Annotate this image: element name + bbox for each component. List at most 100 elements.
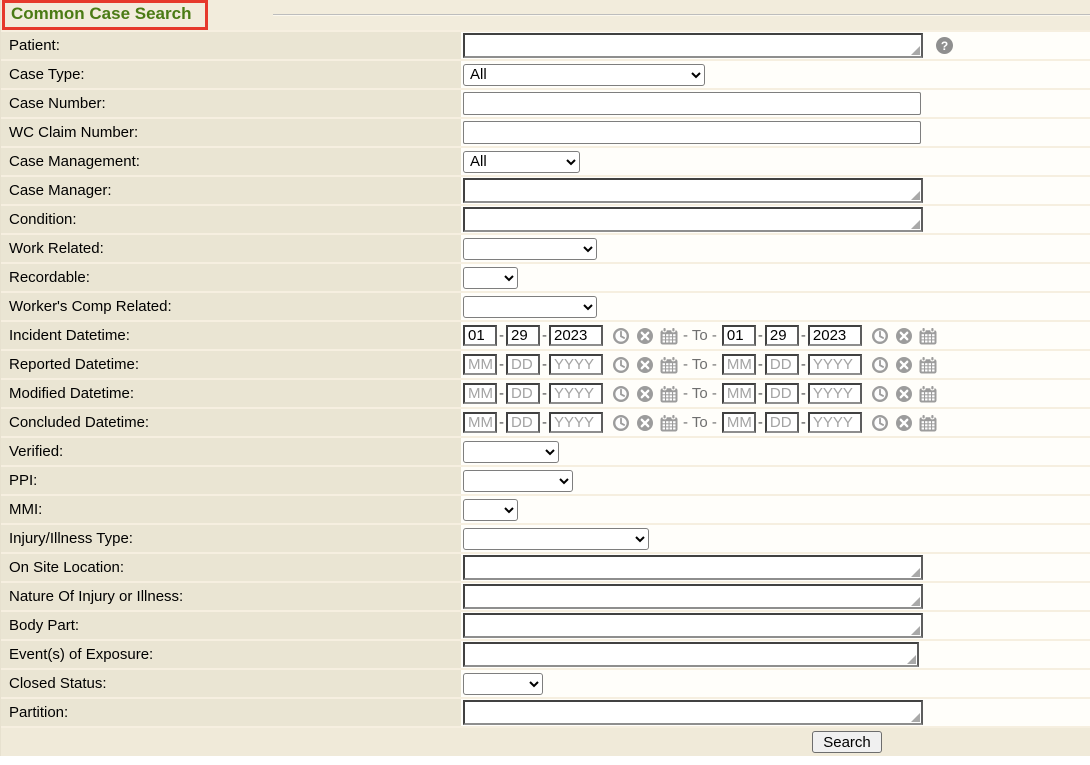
- work-related-label: Work Related:: [1, 235, 461, 262]
- row-case-number: Case Number:: [1, 90, 1090, 117]
- clear-icon[interactable]: [895, 356, 913, 374]
- clear-icon[interactable]: [636, 356, 654, 374]
- concluded-from-year-input[interactable]: [549, 412, 603, 433]
- reported-from-month-input[interactable]: [463, 354, 497, 375]
- date-dash: -: [499, 327, 504, 344]
- patient-label: Patient:: [1, 32, 461, 59]
- reported-to-year-input[interactable]: [808, 354, 862, 375]
- incident-to-month-input[interactable]: [722, 325, 756, 346]
- page-title: Common Case Search: [11, 4, 191, 24]
- resize-grip-icon[interactable]: [911, 191, 920, 200]
- calendar-icon[interactable]: [660, 385, 678, 403]
- calendar-icon[interactable]: [660, 356, 678, 374]
- nature-of-injury-textarea[interactable]: [463, 584, 923, 609]
- calendar-icon[interactable]: [919, 385, 937, 403]
- calendar-icon[interactable]: [660, 414, 678, 432]
- resize-grip-icon[interactable]: [911, 597, 920, 606]
- incident-datetime-field: - - - To - - -: [461, 322, 1090, 349]
- body-part-textarea[interactable]: [463, 613, 923, 638]
- resize-grip-icon[interactable]: [907, 655, 916, 664]
- reported-to-month-input[interactable]: [722, 354, 756, 375]
- ppi-select[interactable]: [463, 470, 573, 492]
- patient-textarea[interactable]: [463, 33, 923, 58]
- clock-icon[interactable]: [612, 327, 630, 345]
- clock-icon[interactable]: [612, 356, 630, 374]
- row-incident-datetime: Incident Datetime: - - - To - - -: [1, 322, 1090, 349]
- resize-grip-icon[interactable]: [911, 46, 920, 55]
- modified-to-year-input[interactable]: [808, 383, 862, 404]
- clock-icon[interactable]: [612, 414, 630, 432]
- clock-icon[interactable]: [612, 385, 630, 403]
- calendar-icon[interactable]: [919, 327, 937, 345]
- search-row: Search: [1, 728, 1090, 756]
- date-dash: -: [542, 385, 547, 402]
- case-management-field: All: [461, 148, 1090, 175]
- row-mmi: MMI:: [1, 496, 1090, 523]
- calendar-icon[interactable]: [919, 356, 937, 374]
- workers-comp-related-select[interactable]: [463, 296, 597, 318]
- concluded-from-day-input[interactable]: [506, 412, 540, 433]
- wc-claim-number-field: [461, 119, 1090, 146]
- injury-illness-type-label: Injury/Illness Type:: [1, 525, 461, 552]
- modified-to-month-input[interactable]: [722, 383, 756, 404]
- modified-datetime-field: - - - To - - -: [461, 380, 1090, 407]
- clock-icon[interactable]: [871, 327, 889, 345]
- clear-icon[interactable]: [895, 414, 913, 432]
- incident-to-year-input[interactable]: [808, 325, 862, 346]
- resize-grip-icon[interactable]: [911, 626, 920, 635]
- concluded-from-month-input[interactable]: [463, 412, 497, 433]
- row-reported-datetime: Reported Datetime: - - - To - - -: [1, 351, 1090, 378]
- reported-from-day-input[interactable]: [506, 354, 540, 375]
- events-of-exposure-label: Event(s) of Exposure:: [1, 641, 461, 668]
- concluded-to-month-input[interactable]: [722, 412, 756, 433]
- clear-icon[interactable]: [636, 414, 654, 432]
- recordable-select[interactable]: [463, 267, 518, 289]
- clock-icon[interactable]: [871, 385, 889, 403]
- wc-claim-number-label: WC Claim Number:: [1, 119, 461, 146]
- case-manager-textarea[interactable]: [463, 178, 923, 203]
- clear-icon[interactable]: [895, 327, 913, 345]
- case-management-select[interactable]: All: [463, 151, 580, 173]
- verified-select[interactable]: [463, 441, 559, 463]
- date-dash: -: [801, 356, 806, 373]
- clear-icon[interactable]: [636, 327, 654, 345]
- help-icon[interactable]: ?: [936, 37, 953, 54]
- incident-from-day-input[interactable]: [506, 325, 540, 346]
- modified-from-month-input[interactable]: [463, 383, 497, 404]
- incident-from-month-input[interactable]: [463, 325, 497, 346]
- injury-illness-type-select[interactable]: [463, 528, 649, 550]
- concluded-to-year-input[interactable]: [808, 412, 862, 433]
- resize-grip-icon[interactable]: [911, 568, 920, 577]
- wc-claim-number-input[interactable]: [463, 121, 921, 144]
- incident-from-year-input[interactable]: [549, 325, 603, 346]
- reported-from-year-input[interactable]: [549, 354, 603, 375]
- clock-icon[interactable]: [871, 356, 889, 374]
- search-button[interactable]: Search: [812, 731, 882, 753]
- calendar-icon[interactable]: [660, 327, 678, 345]
- clear-icon[interactable]: [895, 385, 913, 403]
- modified-from-day-input[interactable]: [506, 383, 540, 404]
- events-of-exposure-textarea[interactable]: [463, 642, 919, 667]
- workers-comp-related-label: Worker's Comp Related:: [1, 293, 461, 320]
- clock-icon[interactable]: [871, 414, 889, 432]
- resize-grip-icon[interactable]: [911, 220, 920, 229]
- work-related-select[interactable]: [463, 238, 597, 260]
- incident-to-day-input[interactable]: [765, 325, 799, 346]
- resize-grip-icon[interactable]: [911, 713, 920, 722]
- modified-to-day-input[interactable]: [765, 383, 799, 404]
- case-type-select[interactable]: All: [463, 64, 705, 86]
- date-dash: -: [499, 356, 504, 373]
- reported-to-day-input[interactable]: [765, 354, 799, 375]
- clear-icon[interactable]: [636, 385, 654, 403]
- condition-textarea[interactable]: [463, 207, 923, 232]
- on-site-location-textarea[interactable]: [463, 555, 923, 580]
- nature-of-injury-field: [461, 583, 1090, 610]
- modified-from-year-input[interactable]: [549, 383, 603, 404]
- closed-status-select[interactable]: [463, 673, 543, 695]
- case-number-input[interactable]: [463, 92, 921, 115]
- mmi-select[interactable]: [463, 499, 518, 521]
- calendar-icon[interactable]: [919, 414, 937, 432]
- partition-textarea[interactable]: [463, 700, 923, 725]
- case-number-field: [461, 90, 1090, 117]
- concluded-to-day-input[interactable]: [765, 412, 799, 433]
